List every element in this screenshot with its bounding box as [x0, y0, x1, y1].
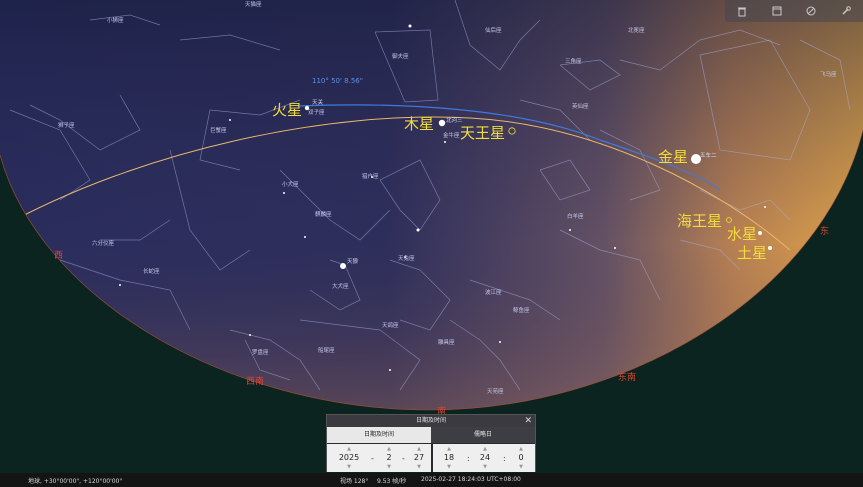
constellation-label: 猎户座	[362, 172, 379, 180]
constellation-label: 天苑座	[487, 387, 504, 395]
window-icon[interactable]	[769, 3, 785, 19]
time-separator: :	[467, 454, 470, 463]
constellation-label: 天兔座	[398, 254, 415, 262]
constellation-label: 天鸽座	[382, 321, 399, 329]
chevron-down-icon[interactable]: ▼	[411, 464, 427, 470]
chevron-down-icon[interactable]: ▼	[441, 464, 457, 470]
minute-value: 24	[479, 453, 491, 462]
chevron-down-icon[interactable]: ▼	[381, 464, 397, 470]
constellation-label: 麒麟座	[315, 210, 332, 218]
planet-label-mars: 火星	[272, 101, 302, 119]
datetime-dialog: 日期及时间 ✕ 日期及时间 儒略日 ▲ 2025 ▼ - ▲ 2 ▼ - ▲ 2…	[326, 414, 536, 472]
constellation-label: 波江座	[485, 288, 502, 296]
constellation-label: 金牛座	[443, 131, 460, 139]
wrench-icon[interactable]	[838, 3, 854, 19]
constellation-label: 小犬座	[282, 180, 299, 188]
tab-julian-day[interactable]: 儒略日	[431, 427, 535, 443]
year-spinner[interactable]: ▲ 2025 ▼	[335, 446, 363, 470]
year-value: 2025	[338, 453, 360, 462]
constellation-label: 仙后座	[485, 26, 502, 34]
planetarium-view[interactable]: 火星 木星 天王星 金星 海王星 水星 土星 110° 50' 8.56" 天关…	[0, 0, 863, 487]
cardinal-southeast: 东南	[618, 371, 636, 383]
planet-label-venus: 金星	[658, 148, 688, 166]
constellation-label: 大犬座	[332, 282, 349, 290]
corner-toolbar	[725, 0, 863, 22]
cardinal-west: 西	[54, 250, 63, 261]
constellation-label: 双子座	[308, 108, 325, 116]
planet-saturn[interactable]: 土星	[737, 244, 772, 262]
status-fps: 9.53 帧/秒	[377, 478, 407, 485]
constellation-label: 罗盘座	[252, 348, 269, 356]
month-value: 2	[386, 453, 392, 462]
constellation-label: 北冕座	[628, 26, 645, 34]
chevron-down-icon[interactable]: ▼	[513, 464, 529, 470]
status-datetime: 2025-02-27 18:24:03 UTC+08:00	[421, 476, 521, 483]
constellation-label: 天猫座	[245, 0, 262, 8]
constellation-label: 白羊座	[567, 212, 584, 220]
constellation-label: 飞马座	[820, 70, 837, 78]
constellation-label: 六分仪座	[92, 239, 115, 247]
hour-spinner[interactable]: ▲ 18 ▼	[441, 446, 457, 470]
planet-label-mercury: 水星	[727, 225, 757, 243]
star-label-tianlang: 天狼	[347, 257, 359, 265]
planet-label-uranus: 天王星	[460, 124, 505, 142]
chevron-down-icon[interactable]: ▼	[477, 464, 493, 470]
second-value: 0	[518, 453, 524, 462]
cardinal-east: 东	[820, 225, 829, 237]
star-label-wuche: 五车二	[700, 151, 717, 159]
constellation-label: 狮子座	[58, 121, 75, 129]
field-divider	[431, 444, 433, 472]
datetime-fields: ▲ 2025 ▼ - ▲ 2 ▼ - ▲ 27 ▼ ▲ 18 ▼ : ▲ 24 …	[327, 444, 535, 472]
day-spinner[interactable]: ▲ 27 ▼	[411, 446, 427, 470]
coordinate-readout: 110° 50' 8.56"	[312, 77, 363, 85]
chevron-down-icon[interactable]: ▼	[335, 464, 363, 470]
constellation-label: 鲸鱼座	[513, 306, 530, 314]
star-label-tianguan: 天关	[312, 98, 324, 106]
time-separator: :	[503, 454, 506, 463]
constellation-label: 三角座	[565, 57, 582, 65]
tab-datetime[interactable]: 日期及时间	[327, 427, 431, 443]
minute-spinner[interactable]: ▲ 24 ▼	[477, 446, 493, 470]
constellation-label: 御夫座	[392, 52, 409, 60]
second-spinner[interactable]: ▲ 0 ▼	[513, 446, 529, 470]
constellation-label: 雕具座	[438, 338, 455, 346]
cardinal-southwest: 西南	[246, 375, 264, 387]
status-fov: 视场 128°	[340, 478, 369, 485]
month-spinner[interactable]: ▲ 2 ▼	[381, 446, 397, 470]
planet-label-saturn: 土星	[737, 244, 767, 262]
constellation-label: 长蛇座	[143, 267, 160, 275]
constellation-label: 巨蟹座	[210, 126, 227, 134]
close-icon[interactable]: ✕	[524, 415, 532, 427]
planet-label-jupiter: 木星	[404, 115, 434, 133]
planet-mercury[interactable]: 水星	[727, 225, 762, 243]
planet-label-neptune: 海王星	[677, 212, 722, 230]
star-label-beihe: 北河三	[446, 116, 463, 124]
eye-off-icon[interactable]	[803, 3, 819, 19]
trash-icon[interactable]	[734, 3, 750, 19]
dialog-tabs: 日期及时间 儒略日	[327, 427, 535, 443]
dialog-title: 日期及时间	[415, 417, 446, 424]
day-value: 27	[413, 453, 425, 462]
constellation-label: 船尾座	[318, 346, 335, 354]
status-location: 地球, +30°00'00", +120°00'00"	[28, 478, 123, 485]
constellation-label: 小狮座	[107, 16, 124, 24]
constellation-label: 英仙座	[572, 102, 589, 110]
date-separator: -	[402, 454, 405, 463]
status-bar: 地球, +30°00'00", +120°00'00" 视场 128° 9.53…	[0, 473, 863, 487]
dialog-title-bar: 日期及时间 ✕	[327, 415, 535, 427]
date-separator: -	[371, 454, 374, 463]
hour-value: 18	[443, 453, 455, 462]
